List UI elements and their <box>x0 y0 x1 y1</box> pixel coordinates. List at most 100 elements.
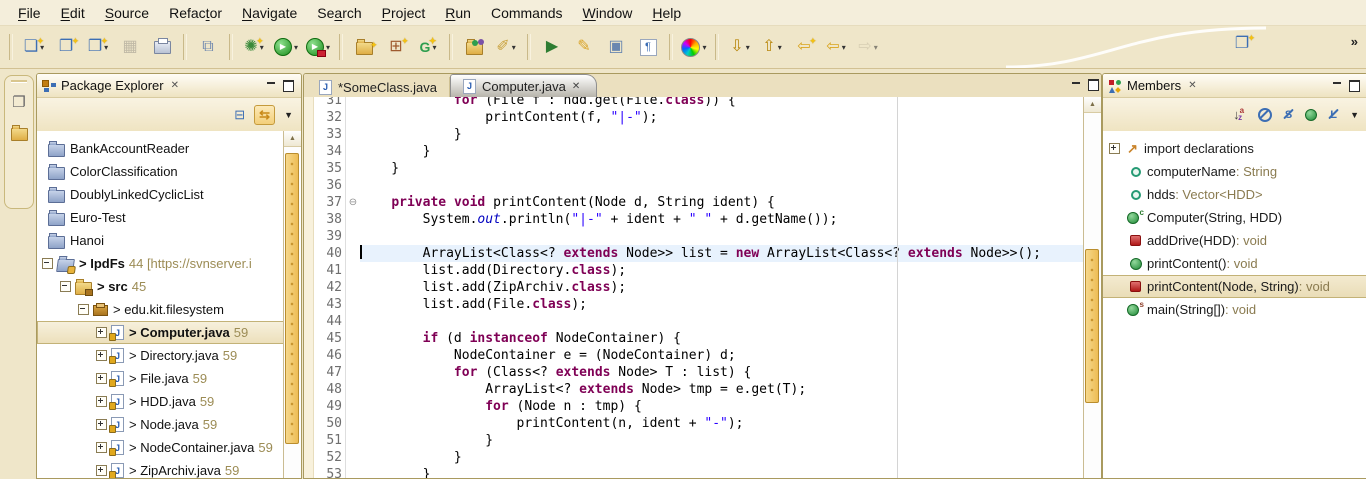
close-icon[interactable]: ✕ <box>572 81 580 92</box>
show-public-button[interactable] <box>1305 109 1317 121</box>
open-perspective-button[interactable]: ❐ <box>1226 30 1258 58</box>
build-button[interactable]: ⧉ <box>192 33 224 61</box>
collapse-icon[interactable] <box>42 258 53 269</box>
member-adddrive-hdd[interactable]: addDrive(HDD) : void <box>1103 229 1366 252</box>
close-icon[interactable]: ✕ <box>169 80 181 91</box>
expand-icon[interactable] <box>1109 143 1120 154</box>
member-main-string[interactable]: smain(String[]) : void <box>1103 298 1366 321</box>
menu-search[interactable]: Search <box>307 2 371 24</box>
maximize-button[interactable] <box>1088 79 1099 91</box>
member-printcontent[interactable]: printContent() : void <box>1103 252 1366 275</box>
menu-run[interactable]: Run <box>435 2 481 24</box>
run-last-button[interactable]: ▶ <box>536 33 568 61</box>
new-wizard-button[interactable]: ❏▾ <box>18 33 50 61</box>
restore-view-button[interactable]: ❐ <box>5 93 33 111</box>
new-project-button[interactable]: ❐ <box>50 33 82 61</box>
tree-item-file-java[interactable]: J> File.java 59 <box>37 367 284 390</box>
scroll-up-icon[interactable]: ▲ <box>1084 97 1101 113</box>
show-whitespace-button[interactable]: ¶ <box>632 33 664 61</box>
menu-help[interactable]: Help <box>642 2 691 24</box>
new-class-button[interactable]: G▾ <box>412 33 444 61</box>
member-computername[interactable]: computerName : String <box>1103 160 1366 183</box>
close-icon[interactable]: ✕ <box>1186 80 1198 91</box>
hide-static-button[interactable]: S <box>1281 107 1296 122</box>
show-view-button[interactable] <box>5 125 33 141</box>
tree-item-hanoi[interactable]: Hanoi <box>37 229 284 252</box>
menu-navigate[interactable]: Navigate <box>232 2 307 24</box>
sort-button[interactable]: ↓az <box>1233 107 1248 122</box>
search-button[interactable]: ✐▾ <box>490 33 522 61</box>
menu-project[interactable]: Project <box>372 2 436 24</box>
run-button[interactable]: ▶▾ <box>270 33 302 61</box>
tree-item-ziparchiv-java[interactable]: J> ZipArchiv.java 59 <box>37 459 284 478</box>
member-import-declarations[interactable]: ↗import declarations <box>1103 137 1366 160</box>
highlight-button[interactable]: ✎ <box>568 33 600 61</box>
forward-button[interactable]: ⇨▾ <box>852 33 884 61</box>
editor-scrollbar[interactable]: ▲ <box>1083 97 1101 478</box>
tree-item-src[interactable]: > src 45 <box>37 275 284 298</box>
menu-source[interactable]: Source <box>95 2 159 24</box>
menu-edit[interactable]: Edit <box>51 2 95 24</box>
prev-annotation-button[interactable]: ⇧▾ <box>756 33 788 61</box>
link-with-editor-button[interactable]: ⇆ <box>254 105 275 125</box>
maximize-button[interactable] <box>1349 80 1360 92</box>
package-explorer-scrollbar[interactable]: ▲ <box>283 131 301 478</box>
hide-fields-button[interactable] <box>1257 107 1272 122</box>
tree-item-hdd-java[interactable]: J> HDD.java 59 <box>37 390 284 413</box>
show-source-button[interactable]: ▣ <box>600 33 632 61</box>
tree-item-bankaccountreader[interactable]: BankAccountReader <box>37 137 284 160</box>
menu-commands[interactable]: Commands <box>481 2 573 24</box>
new-source-folder-button[interactable] <box>348 33 380 61</box>
expand-icon[interactable] <box>96 396 107 407</box>
tab-someclass[interactable]: J *SomeClass.java <box>307 77 450 97</box>
hide-locals-button[interactable]: L <box>1326 107 1341 122</box>
tree-item-node-java[interactable]: J> Node.java 59 <box>37 413 284 436</box>
fold-collapse-icon[interactable]: ⊖ <box>346 194 360 211</box>
tree-item-ipdfs[interactable]: > IpdFs 44 [https://svnserver.i <box>37 252 284 275</box>
fast-view-handle[interactable] <box>11 80 27 83</box>
collapse-icon[interactable] <box>60 281 71 292</box>
expand-icon[interactable] <box>96 465 107 476</box>
menu-window[interactable]: Window <box>573 2 643 24</box>
tree-item-colorclassification[interactable]: ColorClassification <box>37 160 284 183</box>
next-annotation-button[interactable]: ⇩▾ <box>724 33 756 61</box>
expand-icon[interactable] <box>96 419 107 430</box>
tree-item-directory-java[interactable]: J> Directory.java 59 <box>37 344 284 367</box>
tab-computer[interactable]: J Computer.java ✕ <box>450 74 597 97</box>
new-view-button[interactable]: ❐▾ <box>82 33 114 61</box>
minimize-button[interactable] <box>1072 81 1081 90</box>
view-menu-button[interactable]: ▼ <box>1350 110 1359 120</box>
member-hdds[interactable]: hdds : Vector<HDD> <box>1103 183 1366 206</box>
member-printcontent-node-string[interactable]: printContent(Node, String) : void <box>1103 275 1366 298</box>
minimize-button[interactable] <box>1333 81 1342 90</box>
toolbar-overflow-chevron[interactable]: » <box>1351 34 1356 49</box>
tree-item-doublylinkedcycliclist[interactable]: DoublyLinkedCyclicList <box>37 183 284 206</box>
tree-item-nodecontainer-java[interactable]: J> NodeContainer.java 59 <box>37 436 284 459</box>
maximize-button[interactable] <box>283 80 294 92</box>
external-tools-button[interactable]: ▶▾ <box>302 33 334 61</box>
expand-icon[interactable] <box>96 373 107 384</box>
scrollbar-thumb[interactable] <box>1085 249 1099 403</box>
member-computer-string-hdd[interactable]: cComputer(String, HDD) <box>1103 206 1366 229</box>
expand-icon[interactable] <box>96 350 107 361</box>
expand-icon[interactable] <box>96 327 107 338</box>
print-button[interactable] <box>146 33 178 61</box>
minimize-button[interactable] <box>267 81 276 90</box>
save-button[interactable]: ▦ <box>114 33 146 61</box>
debug-button[interactable]: ✺▾ <box>238 33 270 61</box>
back-button[interactable]: ⇦▾ <box>820 33 852 61</box>
tree-item-computer-java[interactable]: J> Computer.java 59 <box>37 321 284 344</box>
scroll-up-icon[interactable]: ▲ <box>284 131 301 147</box>
collapse-all-button[interactable]: ⊟ <box>234 107 245 123</box>
scrollbar-thumb[interactable] <box>285 153 299 444</box>
expand-icon[interactable] <box>96 442 107 453</box>
menu-file[interactable]: File <box>8 2 51 24</box>
code-editor[interactable]: 31 for (File f : hdd.get(File.class)) {3… <box>304 97 1084 478</box>
menu-refactor[interactable]: Refactor <box>159 2 232 24</box>
collapse-icon[interactable] <box>78 304 89 315</box>
color-palette-button[interactable]: ▾ <box>678 33 710 61</box>
tree-item-euro-test[interactable]: Euro-Test <box>37 206 284 229</box>
new-package-button[interactable]: ⊞ <box>380 33 412 61</box>
last-edit-location-button[interactable]: ⇦ <box>788 33 820 61</box>
open-type-button[interactable] <box>458 33 490 61</box>
